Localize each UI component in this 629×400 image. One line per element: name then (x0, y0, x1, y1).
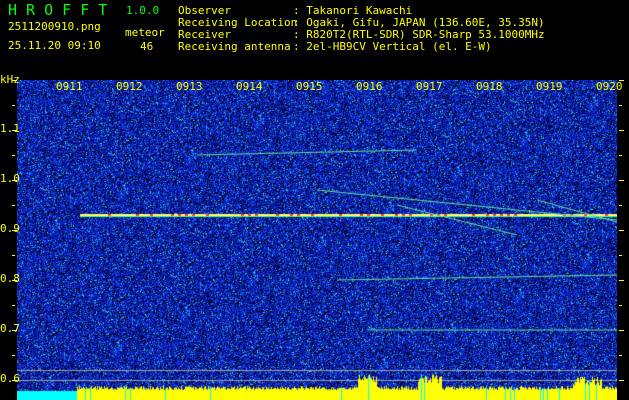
x-tick-label: 0914 (236, 80, 263, 93)
y-tick-mark (12, 355, 15, 356)
info-key: Receiving antenna (178, 40, 291, 53)
y-tick-label: 1.1 (0, 122, 20, 135)
y-tick-mark (619, 355, 622, 356)
meteor-count: 46 (140, 40, 154, 53)
y-tick-mark (619, 255, 622, 256)
meteor-label: meteor (125, 26, 165, 39)
y-tick-mark (12, 205, 15, 206)
y-tick-mark (619, 105, 622, 106)
file-name: 2511200910.png (8, 20, 101, 33)
y-tick-mark (619, 80, 624, 81)
y-tick-mark (12, 255, 15, 256)
y-tick-mark (619, 280, 624, 281)
spectrogram (17, 80, 617, 400)
y-tick-label: 0.7 (0, 322, 20, 335)
y-tick-mark (619, 205, 622, 206)
x-tick-label: 0915 (296, 80, 323, 93)
y-tick-mark (12, 155, 15, 156)
y-tick-mark (619, 230, 624, 231)
y-tick-label: 0.6 (0, 372, 20, 385)
y-tick-mark (619, 380, 624, 381)
y-tick-mark (12, 280, 17, 281)
y-tick-mark (12, 230, 17, 231)
info-antenna: Receiving antenna: 2el-HB9CV Vertical (e… (178, 40, 492, 53)
y-tick-label: 0.9 (0, 222, 20, 235)
y-tick-mark (619, 155, 622, 156)
y-tick-label: 0.8 (0, 272, 20, 285)
y-tick-mark (12, 105, 15, 106)
y-tick-mark (619, 180, 624, 181)
y-tick-mark (12, 330, 17, 331)
y-tick-mark (12, 305, 15, 306)
y-tick-mark (619, 130, 624, 131)
x-tick-label: 0912 (116, 80, 143, 93)
x-tick-label: 0913 (176, 80, 203, 93)
info-value: : 2el-HB9CV Vertical (el. E-W) (293, 40, 492, 53)
app-title: H R O F F T (8, 1, 108, 19)
y-tick-mark (12, 380, 17, 381)
y-tick-mark (12, 180, 17, 181)
y-tick-mark (619, 305, 622, 306)
x-tick-label: 0911 (56, 80, 83, 93)
x-tick-label: 0919 (536, 80, 563, 93)
y-tick-mark (12, 80, 17, 81)
x-tick-label: 0917 (416, 80, 443, 93)
x-tick-label: 0918 (476, 80, 503, 93)
y-tick-mark (12, 130, 17, 131)
y-tick-mark (619, 330, 624, 331)
file-datetime: 25.11.20 09:10 (8, 39, 101, 52)
x-tick-label: 0916 (356, 80, 383, 93)
x-tick-label: 0920 (596, 80, 623, 93)
y-tick-label: 1.0 (0, 172, 20, 185)
app-version: 1.0.0 (126, 4, 160, 17)
